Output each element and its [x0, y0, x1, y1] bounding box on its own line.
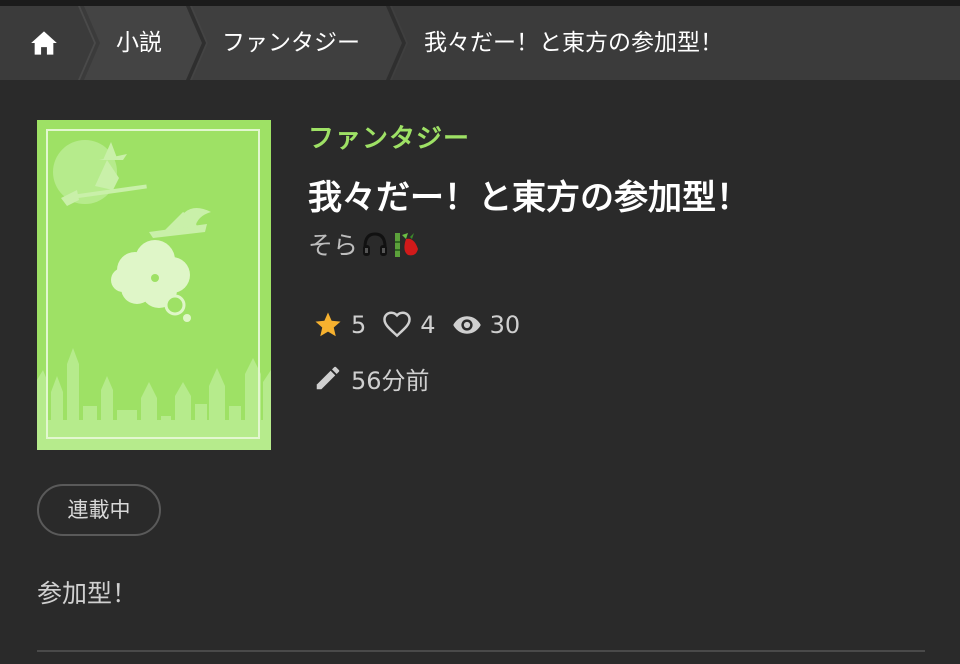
status-badge: 連載中 [37, 484, 161, 536]
updated-time: 56分前 [351, 366, 430, 395]
novel-description: 参加型！ [37, 579, 138, 608]
pencil-icon [316, 366, 340, 390]
breadcrumb-item-current: 我々だー！と東方の参加型！ [424, 30, 723, 56]
star-count: 5 [351, 311, 367, 339]
updated-row: 56分前 [313, 358, 446, 398]
view-count: 30 [489, 311, 521, 339]
cover-frame [46, 129, 260, 439]
home-icon[interactable] [30, 30, 58, 56]
stats-row: 5 4 30 [313, 305, 536, 345]
breadcrumb-item-genre[interactable]: ファンタジー [222, 6, 360, 80]
divider [37, 650, 925, 652]
author[interactable]: そら [308, 226, 422, 262]
breadcrumb: 小説 ファンタジー 我々だー！と東方の参加型！ [0, 6, 960, 80]
breadcrumb-item-novels[interactable]: 小説 [116, 6, 162, 80]
eye-icon [452, 316, 481, 334]
heart-icon[interactable] [382, 310, 412, 340]
headphones-emoji-icon [363, 232, 388, 256]
like-count: 4 [420, 311, 436, 339]
star-icon [315, 312, 341, 337]
author-name[interactable]: そら [308, 226, 358, 262]
cover-image[interactable] [37, 120, 271, 450]
bamboo-emoji-icon [395, 233, 419, 257]
genre-label[interactable]: ファンタジー [308, 118, 470, 155]
novel-title[interactable]: 我々だー！と東方の参加型！ [308, 170, 750, 219]
